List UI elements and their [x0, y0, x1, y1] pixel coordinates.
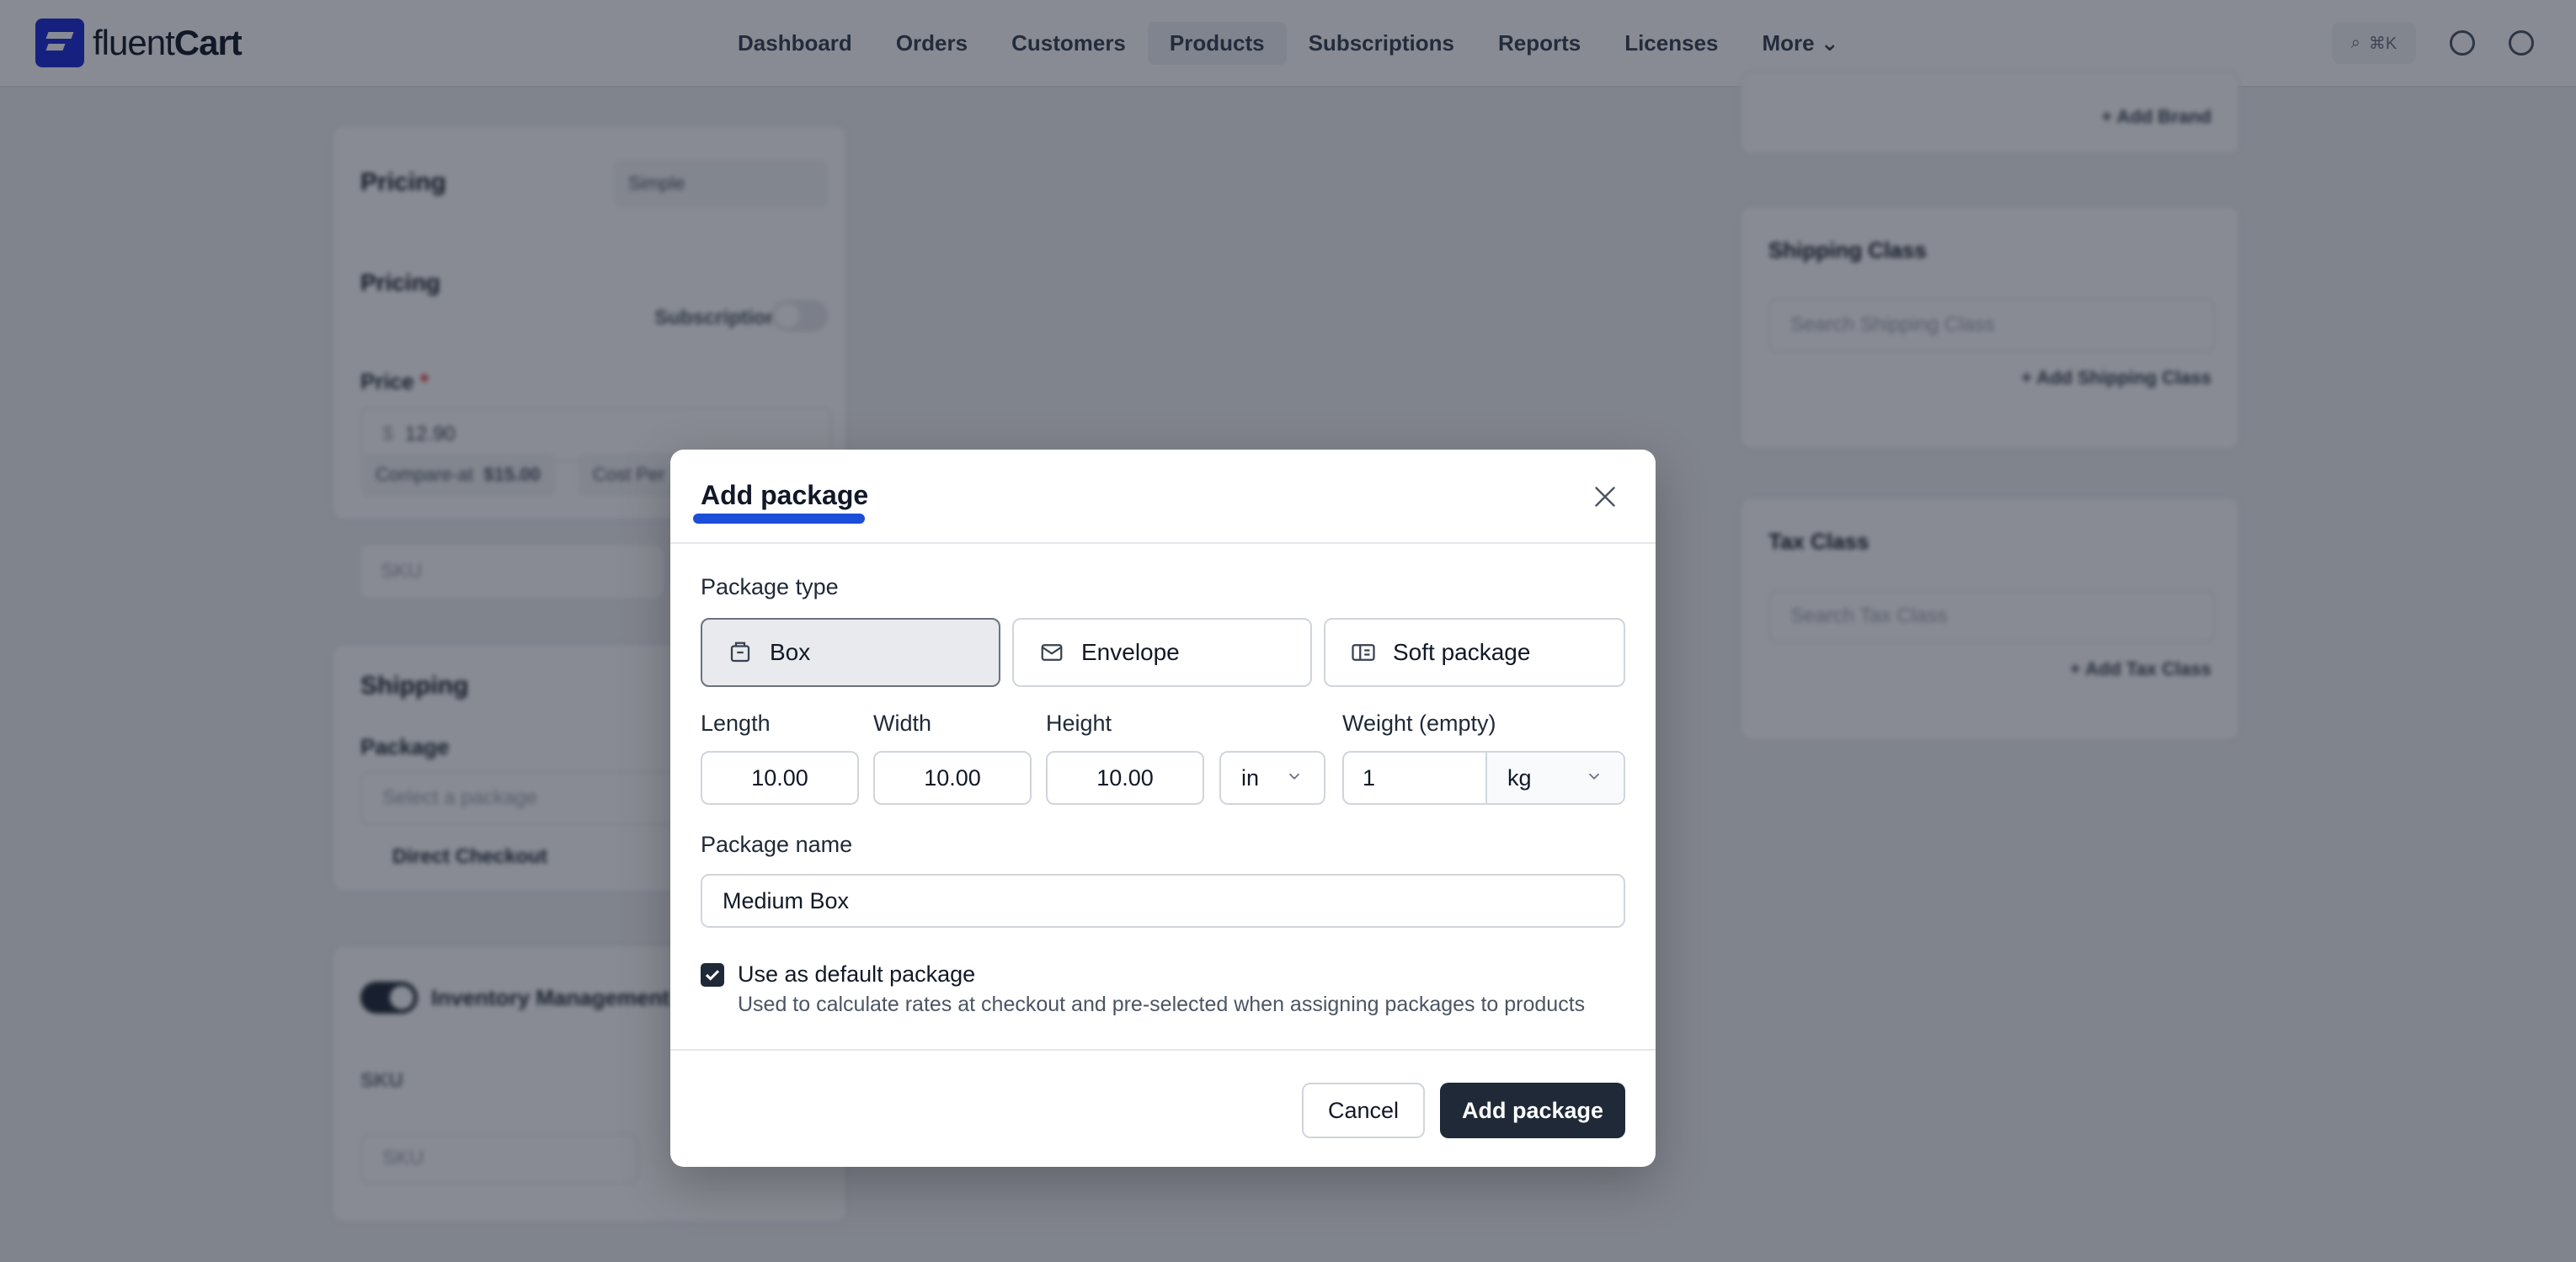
weight-unit-select[interactable]: kg: [1487, 753, 1624, 803]
checkmark-icon: [705, 970, 720, 981]
chevron-down-icon: [1585, 765, 1603, 791]
package-type-box[interactable]: Box: [701, 618, 1000, 687]
package-type-envelope-label: Envelope: [1081, 639, 1180, 665]
length-input[interactable]: 10.00: [701, 751, 859, 805]
weight-label: Weight (empty): [1342, 711, 1496, 736]
dimension-unit-select[interactable]: in: [1219, 751, 1325, 805]
weight-unit-value: kg: [1507, 764, 1532, 791]
weight-input-group: 1 kg: [1342, 751, 1625, 805]
add-package-dialog: Add package Package type Box Envelope So…: [670, 450, 1656, 1167]
dimension-unit-value: in: [1241, 764, 1260, 791]
length-label: Length: [701, 711, 771, 736]
width-input[interactable]: 10.00: [873, 751, 1032, 805]
dialog-title: Add package: [701, 480, 869, 510]
package-name-input[interactable]: Medium Box: [701, 874, 1625, 928]
height-input[interactable]: 10.00: [1046, 751, 1204, 805]
width-label: Width: [873, 711, 932, 736]
box-icon: [730, 642, 750, 663]
package-type-label: Package type: [701, 574, 839, 599]
package-name-label: Package name: [701, 832, 853, 857]
default-package-label[interactable]: Use as default package: [738, 961, 975, 988]
height-label: Height: [1046, 711, 1112, 736]
dialog-header: Add package: [670, 450, 1656, 544]
package-type-envelope[interactable]: Envelope: [1012, 618, 1312, 687]
weight-input[interactable]: 1: [1344, 753, 1487, 803]
dialog-footer: Cancel Add package: [670, 1049, 1656, 1167]
package-type-soft-package[interactable]: Soft package: [1324, 618, 1625, 687]
default-package-checkbox[interactable]: [701, 963, 724, 987]
close-icon: [1595, 487, 1615, 507]
chevron-down-icon: [1285, 765, 1304, 791]
title-highlight-underline: [693, 514, 865, 524]
soft-package-icon: [1352, 644, 1375, 661]
package-type-box-label: Box: [770, 639, 811, 665]
package-type-soft-package-label: Soft package: [1393, 639, 1531, 665]
add-package-button[interactable]: Add package: [1440, 1083, 1625, 1138]
default-package-help-text: Used to calculate rates at checkout and …: [738, 993, 1586, 1016]
envelope-icon: [1041, 644, 1063, 661]
cancel-button[interactable]: Cancel: [1302, 1083, 1425, 1138]
close-dialog-button[interactable]: [1590, 482, 1620, 512]
